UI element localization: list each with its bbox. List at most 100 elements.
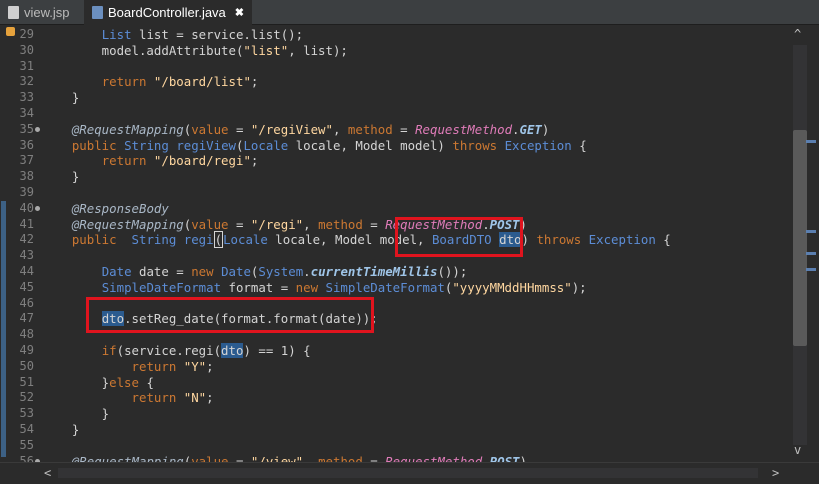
- code-token: RequestMethod: [415, 121, 513, 137]
- code-line[interactable]: @RequestMapping(value = "/regiView", met…: [42, 121, 550, 138]
- line-number: 50: [19, 358, 34, 373]
- line-number: 40: [0, 201, 40, 215]
- code-line[interactable]: }: [42, 406, 109, 422]
- code-line[interactable]: return "N";: [42, 390, 214, 406]
- code-token: method: [347, 121, 393, 137]
- scroll-left-icon[interactable]: <: [44, 466, 51, 480]
- horizontal-scrollbar[interactable]: < >: [0, 462, 819, 484]
- code-token: SimpleDateFormat: [325, 279, 445, 295]
- code-token: ) == 1) {: [243, 343, 311, 358]
- code-token: ,: [303, 453, 319, 462]
- code-line[interactable]: Date date = new Date(System.currentTimeM…: [42, 264, 468, 280]
- code-token: List: [101, 27, 132, 42]
- code-token: "list": [243, 42, 289, 58]
- line-number: 33: [19, 90, 34, 105]
- code-line[interactable]: return "/board/list";: [42, 74, 259, 90]
- code-token: {: [138, 374, 154, 390]
- code-token: public: [71, 232, 117, 248]
- horizontal-scroll-track[interactable]: [58, 468, 758, 478]
- tab-view-jsp[interactable]: view.jsp: [8, 0, 78, 24]
- code-token: "yyyyMMddHHmmss": [452, 279, 572, 295]
- code-line[interactable]: @ResponseBody: [42, 201, 169, 217]
- line-number: 53: [19, 406, 34, 421]
- code-token: .: [512, 121, 520, 137]
- vertical-scroll-thumb[interactable]: [793, 130, 807, 346]
- code-token: }: [42, 90, 80, 106]
- close-icon[interactable]: ✖: [235, 6, 244, 19]
- scroll-down-icon[interactable]: v: [794, 443, 801, 457]
- code-token: Date: [101, 264, 132, 279]
- overview-marker[interactable]: [806, 252, 816, 255]
- line-number: 45: [19, 279, 34, 294]
- code-token: String: [124, 137, 169, 153]
- line-number: 29: [19, 27, 34, 41]
- code-token: .: [482, 453, 490, 462]
- code-token: currentTimeMillis: [310, 264, 438, 279]
- code-token: =: [362, 216, 386, 232]
- code-token: new: [191, 264, 214, 279]
- code-token: dto: [221, 343, 244, 358]
- code-token: value: [191, 121, 229, 137]
- code-line[interactable]: return "Y";: [42, 359, 214, 375]
- overview-marker[interactable]: [806, 140, 816, 143]
- code-token: format =: [221, 279, 296, 295]
- code-token: "/view": [250, 453, 304, 462]
- tab-board-controller[interactable]: BoardController.java ✖: [84, 0, 253, 25]
- scroll-up-icon[interactable]: ^: [794, 27, 801, 41]
- code-token: "/regi": [250, 216, 304, 232]
- vertical-scrollbar[interactable]: ^ v: [790, 25, 819, 462]
- code-token: date =: [131, 264, 192, 279]
- code-token: ;: [250, 153, 259, 169]
- line-number: 42: [19, 232, 34, 247]
- line-number: 49: [19, 343, 34, 357]
- code-line[interactable]: List list = service.list();: [42, 27, 303, 43]
- code-token: "/regiView": [250, 121, 333, 137]
- code-token: (service.regi(: [116, 343, 222, 358]
- code-token: ;: [206, 358, 214, 374]
- code-token: if: [101, 343, 117, 358]
- line-number: 34: [19, 106, 34, 120]
- code-line[interactable]: }: [42, 422, 79, 438]
- code-line[interactable]: }: [42, 90, 79, 106]
- code-line[interactable]: if(service.regi(dto) == 1) {: [42, 343, 311, 359]
- code-token: =: [362, 453, 386, 462]
- overview-marker[interactable]: [806, 268, 816, 271]
- scroll-right-icon[interactable]: >: [772, 466, 779, 480]
- code-line[interactable]: public String regi(Locale locale, Model …: [42, 231, 671, 249]
- code-line[interactable]: public String regiView(Locale locale, Mo…: [42, 138, 587, 154]
- overview-marker[interactable]: [806, 230, 816, 233]
- code-line[interactable]: model.addAttribute("list", list);: [42, 43, 348, 59]
- code-line[interactable]: return "/board/regi";: [42, 153, 259, 169]
- fold-marker-icon[interactable]: [35, 205, 40, 211]
- code-line[interactable]: @RequestMapping(value = "/view", method …: [42, 454, 527, 462]
- code-line[interactable]: SimpleDateFormat format = new SimpleDate…: [42, 280, 587, 296]
- code-line[interactable]: }else {: [42, 375, 154, 391]
- line-number: 30: [19, 42, 34, 57]
- line-number: 37: [19, 153, 34, 168]
- code-token: SimpleDateFormat: [101, 279, 222, 295]
- code-token: "Y": [183, 358, 207, 374]
- code-token: regi: [183, 232, 214, 248]
- code-token: =: [228, 453, 251, 462]
- code-token: ,: [332, 121, 348, 137]
- jsp-file-icon: [8, 5, 19, 19]
- fold-marker-icon[interactable]: [35, 126, 40, 132]
- code-token: Date: [221, 264, 251, 279]
- line-number: 55: [19, 437, 34, 452]
- code-line[interactable]: }: [42, 169, 79, 185]
